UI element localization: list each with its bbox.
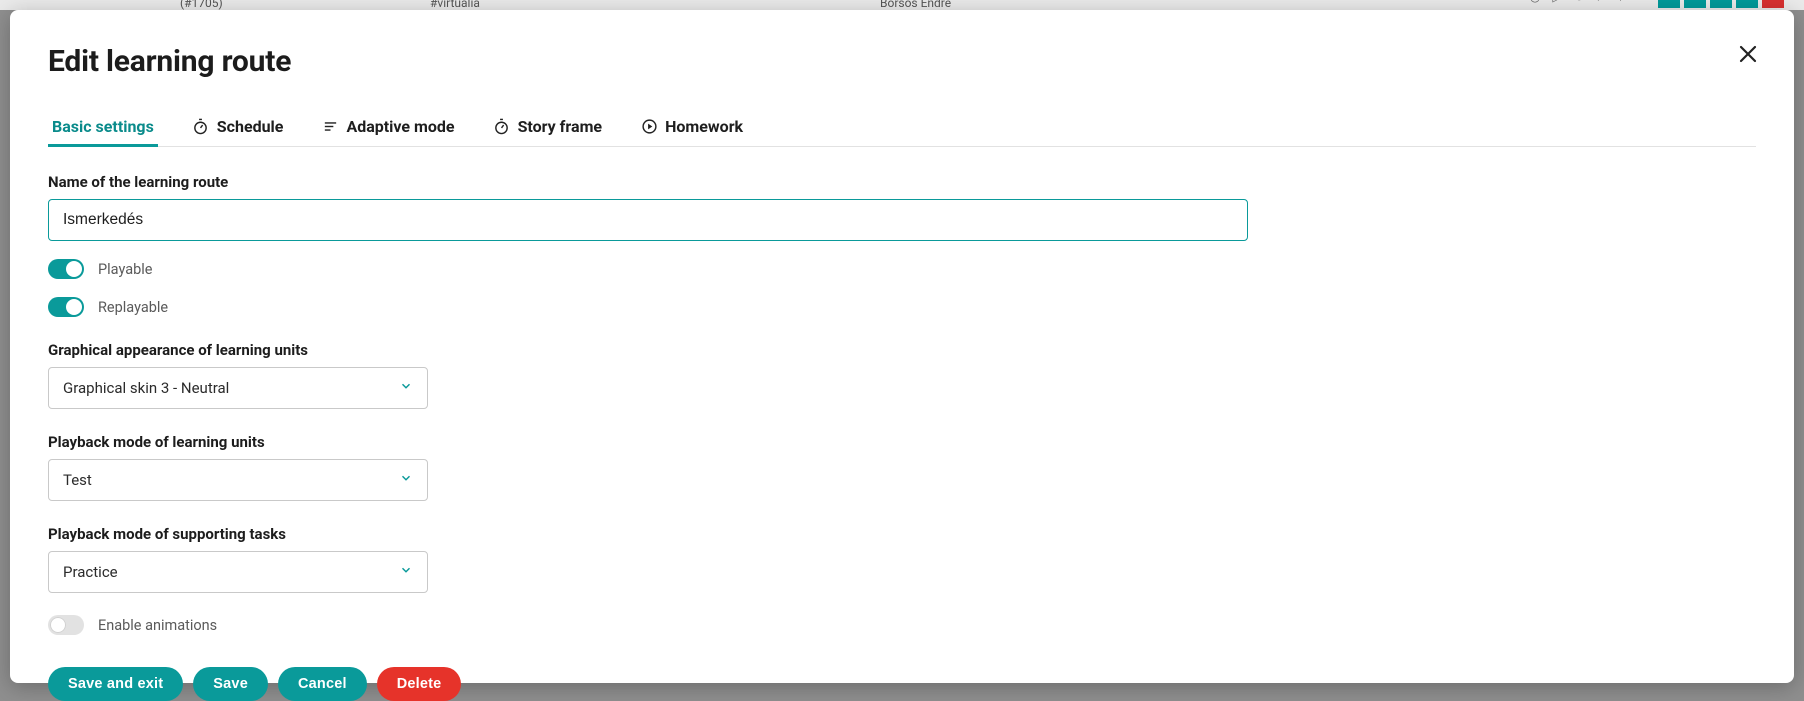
bg-mail-icon: ✉ bbox=[1636, 0, 1654, 6]
enable-animations-toggle[interactable] bbox=[48, 615, 84, 635]
select-value: Graphical skin 3 - Neutral bbox=[63, 379, 229, 397]
graphical-appearance-select[interactable]: Graphical skin 3 - Neutral bbox=[48, 367, 428, 409]
bg-icon-row: ◷ ▷ ↻ ↗ ⚑ ✉ bbox=[1526, 0, 1784, 10]
bg-action-square-4 bbox=[1736, 0, 1758, 8]
background-strip: (#1705) #virtuália Borsos Endre ◷ ▷ ↻ ↗ … bbox=[0, 0, 1804, 10]
playback-units-label: Playback mode of learning units bbox=[48, 433, 1756, 451]
form-body: Name of the learning route Playable Repl… bbox=[48, 173, 1756, 701]
playback-tasks-label: Playback mode of supporting tasks bbox=[48, 525, 1756, 543]
bg-arrow-icon: ↗ bbox=[1592, 0, 1610, 6]
lines-icon bbox=[321, 118, 339, 136]
select-value: Practice bbox=[63, 563, 118, 581]
enable-animations-label: Enable animations bbox=[98, 617, 217, 634]
bg-flag-icon: ⚑ bbox=[1614, 0, 1632, 6]
modal-title: Edit learning route bbox=[48, 44, 1756, 79]
graphical-appearance-label: Graphical appearance of learning units bbox=[48, 341, 1756, 359]
stopwatch-icon bbox=[493, 118, 511, 136]
chevron-down-icon bbox=[399, 563, 413, 581]
playback-tasks-select[interactable]: Practice bbox=[48, 551, 428, 593]
tab-label: Basic settings bbox=[52, 117, 154, 136]
stopwatch-icon bbox=[192, 118, 210, 136]
bg-clock-icon: ◷ bbox=[1526, 0, 1544, 6]
save-and-exit-button[interactable]: Save and exit bbox=[48, 667, 183, 701]
bg-refresh-icon: ↻ bbox=[1570, 0, 1588, 6]
tab-adaptive-mode[interactable]: Adaptive mode bbox=[317, 109, 458, 146]
tab-schedule[interactable]: Schedule bbox=[188, 109, 288, 146]
tab-label: Story frame bbox=[518, 117, 603, 136]
playback-units-select[interactable]: Test bbox=[48, 459, 428, 501]
bg-action-square-1 bbox=[1658, 0, 1680, 8]
tab-homework[interactable]: Homework bbox=[636, 109, 747, 146]
bg-play-icon: ▷ bbox=[1548, 0, 1566, 6]
play-circle-icon bbox=[640, 118, 658, 136]
chevron-down-icon bbox=[399, 379, 413, 397]
replayable-label: Replayable bbox=[98, 299, 168, 316]
tab-story-frame[interactable]: Story frame bbox=[489, 109, 607, 146]
playable-label: Playable bbox=[98, 261, 152, 278]
tab-bar: Basic settings Schedule Adaptive mode St… bbox=[48, 109, 1756, 147]
name-label: Name of the learning route bbox=[48, 173, 1756, 191]
learning-route-name-input[interactable] bbox=[48, 199, 1248, 241]
bg-action-square-5 bbox=[1762, 0, 1784, 8]
tab-basic-settings[interactable]: Basic settings bbox=[48, 109, 158, 146]
edit-learning-route-modal: Edit learning route Basic settings Sched… bbox=[10, 10, 1794, 683]
close-icon bbox=[1739, 45, 1757, 63]
playable-toggle[interactable] bbox=[48, 259, 84, 279]
save-button[interactable]: Save bbox=[193, 667, 268, 701]
bg-action-square-3 bbox=[1710, 0, 1732, 8]
action-row: Save and exit Save Cancel Delete bbox=[48, 667, 1756, 701]
backdrop: (#1705) #virtuália Borsos Endre ◷ ▷ ↻ ↗ … bbox=[0, 0, 1804, 693]
bg-user-fragment: Borsos Endre bbox=[880, 0, 951, 10]
replayable-toggle[interactable] bbox=[48, 297, 84, 317]
bg-id-fragment: (#1705) bbox=[180, 0, 223, 10]
delete-button[interactable]: Delete bbox=[377, 667, 462, 701]
select-value: Test bbox=[63, 471, 92, 489]
bg-action-square-2 bbox=[1684, 0, 1706, 8]
close-button[interactable] bbox=[1734, 40, 1762, 68]
tab-label: Schedule bbox=[217, 117, 284, 136]
chevron-down-icon bbox=[399, 471, 413, 489]
tab-label: Homework bbox=[665, 117, 743, 136]
bg-tag-fragment: #virtuália bbox=[430, 0, 480, 10]
tab-label: Adaptive mode bbox=[346, 117, 454, 136]
cancel-button[interactable]: Cancel bbox=[278, 667, 367, 701]
